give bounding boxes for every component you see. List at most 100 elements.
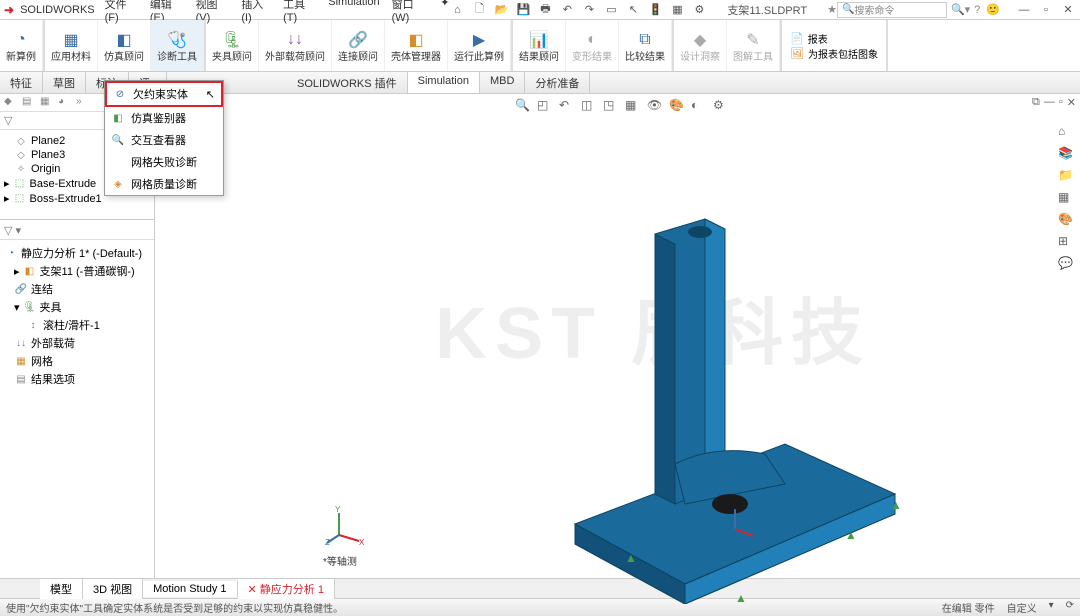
dropdown-sim-evaluator[interactable]: ◧仿真鉴别器 <box>105 107 223 129</box>
search-input[interactable]: 🔍 搜索命令 <box>837 2 947 18</box>
tab-sketch[interactable]: 草图 <box>43 72 86 93</box>
window-controls: — ▫ ✕ <box>1016 3 1076 17</box>
include-image-button[interactable]: 🖼为报表包括图象 <box>790 46 878 61</box>
run-study-button[interactable]: ▶运行此算例 <box>448 20 511 71</box>
tab-mbd[interactable]: MBD <box>480 72 525 93</box>
property-icon[interactable]: ▤ <box>22 96 36 110</box>
tab-static[interactable]: ✕ 静应力分析 1 <box>238 579 335 599</box>
appearances-icon[interactable]: 🎨 <box>1058 212 1076 230</box>
display-icon[interactable]: ◕ <box>58 96 72 110</box>
tree-loads[interactable]: ↓↓外部载荷 <box>2 334 152 352</box>
zoom-area-icon[interactable]: ◰ <box>537 98 555 116</box>
file-explorer-icon[interactable]: 📁 <box>1058 168 1076 186</box>
results-advisor-button[interactable]: 📊结果顾问 <box>513 20 566 71</box>
simulation-tree: ◔静应力分析 1* (-Default-) ▸◧支架11 (-普通碳钢-) 🔗连… <box>0 240 154 392</box>
gear-icon[interactable]: ⚙ <box>691 2 707 18</box>
appearance-icon[interactable]: 🎨 <box>669 98 687 116</box>
plot-tools-button[interactable]: ✎图解工具 <box>727 20 780 71</box>
quick-toolbar: ⌂ 🗋 📂 💾 🖶 ↶ ↷ ▭ ↖ 🚦 ▦ ⚙ <box>449 2 707 18</box>
connections-advisor-button[interactable]: 🔗连接顾问 <box>332 20 385 71</box>
diagnostic-dropdown: ⊘欠约束实体↖ ◧仿真鉴别器 🔍交互查看器 网格失败诊断 ◈网格质量诊断 <box>104 80 224 196</box>
view-settings-icon[interactable]: ⚙ <box>713 98 731 116</box>
coordinate-triad[interactable]: Y X Z <box>325 505 365 548</box>
document-title: 支架11.SLDPRT <box>727 2 807 18</box>
resources-icon[interactable]: ⌂ <box>1058 124 1076 142</box>
tab-features[interactable]: 特征 <box>0 72 43 93</box>
dropdown-mesh-fail[interactable]: 网格失败诊断 <box>105 151 223 173</box>
grid-icon[interactable]: ▦ <box>669 2 685 18</box>
forum-icon[interactable]: 💬 <box>1058 256 1076 274</box>
user-icon[interactable]: 🙂 <box>986 3 1000 16</box>
graphics-viewport[interactable]: 🔍 ◰ ↶ ◫ ◳ ▦ 👁 🎨 ◐ ⚙ ⧉ — ▫ ✕ KST 辰科技 <box>155 94 1080 578</box>
help-icon[interactable]: ? <box>974 4 980 16</box>
dropdown-interactive-viewer[interactable]: 🔍交互查看器 <box>105 129 223 151</box>
save-icon[interactable]: 💾 <box>515 2 531 18</box>
close-icon[interactable]: ✕ <box>1060 3 1076 17</box>
fixture-advisor-button[interactable]: 🗜夹具顾问 <box>206 20 259 71</box>
simulation-advisor-button[interactable]: ◧仿真顾问 <box>98 20 151 71</box>
scene-icon[interactable]: ◐ <box>691 98 709 116</box>
shell-manager-button[interactable]: ◧壳体管理器 <box>385 20 448 71</box>
undo-icon[interactable]: ↶ <box>559 2 575 18</box>
custom-props-icon[interactable]: ⊞ <box>1058 234 1076 252</box>
traffic-icon[interactable]: 🚦 <box>647 2 663 18</box>
deformed-result-button[interactable]: ◐变形结果 <box>566 20 619 71</box>
tab-model[interactable]: 模型 <box>40 579 83 599</box>
doc-max-icon[interactable]: ▫ <box>1059 96 1063 109</box>
new-study-button[interactable]: ◔新算例 <box>0 20 43 71</box>
prev-view-icon[interactable]: ↶ <box>559 98 577 116</box>
report-button[interactable]: 📄报表 <box>790 31 878 46</box>
open-icon[interactable]: 📂 <box>493 2 509 18</box>
diagnostic-tool-button[interactable]: 🩺诊断工具 <box>151 20 204 71</box>
svg-text:Y: Y <box>335 505 341 514</box>
redo-icon[interactable]: ↷ <box>581 2 597 18</box>
tree-fixtures[interactable]: ▾🗜夹具 <box>2 298 152 316</box>
home-icon[interactable]: ⌂ <box>449 2 465 18</box>
cursor-icon[interactable]: ↖ <box>625 2 641 18</box>
doc-dup-icon[interactable]: ⧉ <box>1032 96 1040 109</box>
tree-study-root[interactable]: ◔静应力分析 1* (-Default-) <box>2 244 152 262</box>
doc-close-icon[interactable]: ✕ <box>1067 96 1076 109</box>
display-style-icon[interactable]: ▦ <box>625 98 643 116</box>
orientation-icon[interactable]: ◳ <box>603 98 621 116</box>
tab-3d-view[interactable]: 3D 视图 <box>83 579 143 599</box>
minimize-icon[interactable]: — <box>1016 3 1032 17</box>
tab-addins[interactable]: SOLIDWORKS 插件 <box>287 72 408 93</box>
star-icon[interactable]: ★ <box>827 3 837 16</box>
maximize-icon[interactable]: ▫ <box>1038 3 1054 17</box>
compare-results-button[interactable]: ⧉比较结果 <box>619 20 672 71</box>
filter-row-2[interactable]: ▽ ▾ <box>0 222 154 240</box>
expand-icon[interactable]: » <box>76 96 90 110</box>
svg-text:X: X <box>359 538 365 545</box>
section-icon[interactable]: ◫ <box>581 98 599 116</box>
tree-results[interactable]: ▤结果选项 <box>2 370 152 388</box>
search-dropdown-icon[interactable]: 🔍▾ <box>951 3 970 16</box>
tree-connections[interactable]: 🔗连结 <box>2 280 152 298</box>
apply-material-button[interactable]: ▦应用材料 <box>45 20 98 71</box>
config-icon[interactable]: ▦ <box>40 96 54 110</box>
design-insight-button[interactable]: ◆设计洞察 <box>674 20 727 71</box>
feature-tree-icon[interactable]: ◆ <box>4 96 18 110</box>
svg-text:▲: ▲ <box>735 591 747 604</box>
select-icon[interactable]: ▭ <box>603 2 619 18</box>
tab-simulation[interactable]: Simulation <box>408 72 480 93</box>
dropdown-mesh-quality[interactable]: ◈网格质量诊断 <box>105 173 223 195</box>
part-model[interactable]: ▲ ▲ ▲ ▲ <box>485 184 925 604</box>
print-icon[interactable]: 🖶 <box>537 2 553 18</box>
design-lib-icon[interactable]: 📚 <box>1058 146 1076 164</box>
tab-motion[interactable]: Motion Study 1 <box>143 581 237 597</box>
external-loads-button[interactable]: ↓↓外部载荷顾问 <box>259 20 332 71</box>
tree-fixture-1[interactable]: ↕滚柱/滑杆-1 <box>2 316 152 334</box>
new-doc-icon[interactable]: 🗋 <box>471 2 487 18</box>
zoom-fit-icon[interactable]: 🔍 <box>515 98 533 116</box>
tree-mesh[interactable]: ▦网格 <box>2 352 152 370</box>
tree-part[interactable]: ▸◧支架11 (-普通碳钢-) <box>2 262 152 280</box>
svg-text:▲: ▲ <box>625 551 637 565</box>
doc-min-icon[interactable]: — <box>1044 96 1055 109</box>
hide-show-icon[interactable]: 👁 <box>647 98 665 116</box>
view-palette-icon[interactable]: ▦ <box>1058 190 1076 208</box>
tab-analysis-prep[interactable]: 分析准备 <box>525 72 590 93</box>
orientation-label: *等轴测 <box>323 553 357 568</box>
doc-window-controls: ⧉ — ▫ ✕ <box>1032 96 1076 109</box>
dropdown-underconstrained[interactable]: ⊘欠约束实体↖ <box>105 81 223 107</box>
